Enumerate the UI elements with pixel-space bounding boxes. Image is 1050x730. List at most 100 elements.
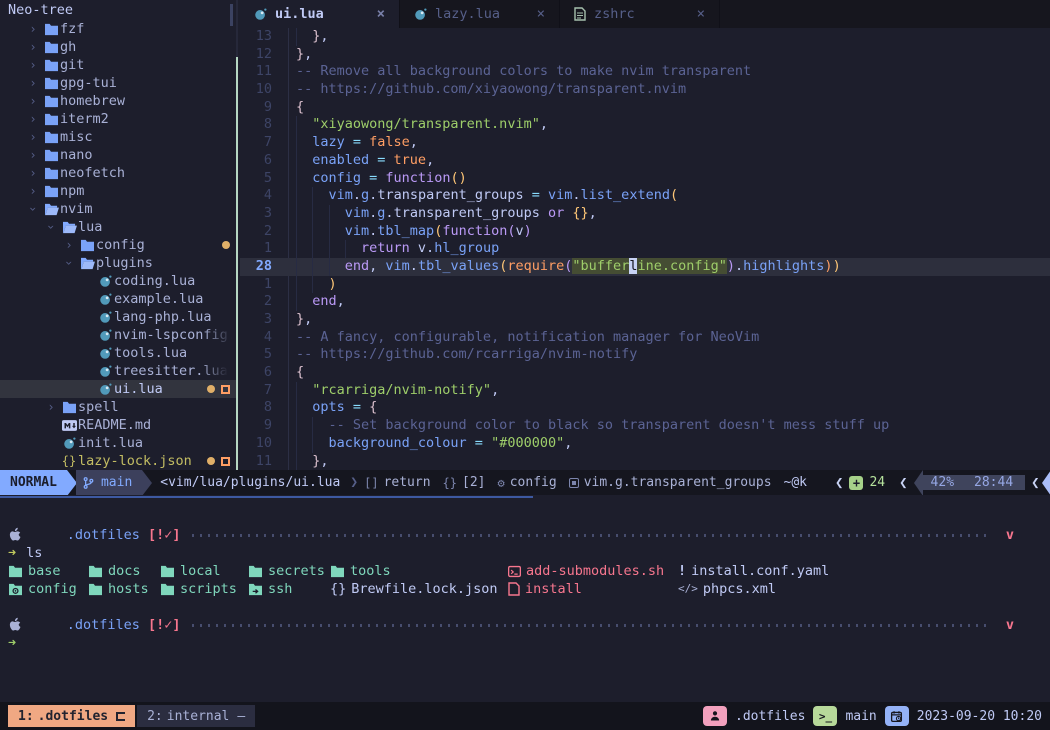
prompt-filler-dots bbox=[192, 624, 991, 627]
code-token: , bbox=[540, 116, 548, 132]
git-branch-segment[interactable]: main bbox=[76, 470, 142, 495]
tree-item-lazy-lock.json[interactable]: {}lazy-lock.json bbox=[0, 452, 236, 470]
tree-item-init.lua[interactable]: init.lua bbox=[0, 434, 236, 452]
code-token: } bbox=[296, 311, 304, 327]
indent-guide bbox=[312, 258, 328, 276]
code-token: -- https://github.com/rcarriga/nvim-noti… bbox=[296, 346, 637, 362]
tree-item-nano[interactable]: ›nano bbox=[0, 146, 236, 164]
tree-item-tools.lua[interactable]: tools.lua bbox=[0, 344, 236, 362]
code-line: 4-- A fancy, configurable, notification … bbox=[240, 329, 1050, 347]
folder-icon bbox=[42, 167, 60, 180]
tree-item-fzf[interactable]: ›fzf bbox=[0, 20, 236, 38]
tree-item-misc[interactable]: ›misc bbox=[0, 128, 236, 146]
line-number: 7 bbox=[240, 134, 280, 152]
breadcrumb-label: vim.g.transparent_groups bbox=[584, 475, 772, 490]
neotree-scrollbar-thumb[interactable] bbox=[230, 4, 233, 26]
line-text: end, vim.tbl_values(require("bufferline.… bbox=[280, 258, 841, 276]
line-text: }, bbox=[280, 46, 312, 64]
tmux-status-right: .dotfiles >_ main 2023-09-20 10:20 bbox=[703, 706, 1042, 726]
code-token: or bbox=[540, 205, 573, 221]
line-text: background_colour = "#000000", bbox=[280, 435, 572, 453]
tree-item-lang-php.lua[interactable]: lang-php.lua bbox=[0, 308, 236, 326]
tmux-window-index: 2: bbox=[147, 709, 163, 724]
line-number: 13 bbox=[240, 28, 280, 46]
code-token: end bbox=[312, 293, 336, 309]
tree-item-example.lua[interactable]: example.lua bbox=[0, 290, 236, 308]
tree-item-gh[interactable]: ›gh bbox=[0, 38, 236, 56]
tree-item-iterm2[interactable]: ›iterm2 bbox=[0, 110, 236, 128]
tree-item-gpg-tui[interactable]: ›gpg-tui bbox=[0, 74, 236, 92]
code-token: = bbox=[369, 152, 393, 168]
tree-item-plugins[interactable]: ›plugins bbox=[0, 254, 236, 272]
indent-guide bbox=[296, 28, 312, 46]
tab-lazy.lua[interactable]: lazy.lua× bbox=[400, 0, 560, 28]
folder-icon bbox=[330, 565, 345, 578]
tree-item-npm[interactable]: ›npm bbox=[0, 182, 236, 200]
code-line: 11 }, bbox=[240, 453, 1050, 471]
tmux-window-2[interactable]: 2:internal — bbox=[137, 705, 255, 727]
neotree-panel: Neo-tree ›fzf›gh›git›gpg-tui›homebrew›it… bbox=[0, 0, 236, 470]
git-branch-label: main bbox=[101, 475, 132, 490]
tree-item-homebrew[interactable]: ›homebrew bbox=[0, 92, 236, 110]
tree-item-neofetch[interactable]: ›neofetch bbox=[0, 164, 236, 182]
code-token: . bbox=[353, 187, 361, 203]
tree-item-config[interactable]: ›config bbox=[0, 236, 236, 254]
tree-item-coding.lua[interactable]: coding.lua bbox=[0, 272, 236, 290]
tree-item-label: homebrew bbox=[60, 92, 125, 110]
git-branch-icon bbox=[82, 476, 95, 490]
tree-item-treesitter.lua[interactable]: treesitter.lua bbox=[0, 362, 236, 380]
folder-icon bbox=[42, 77, 60, 90]
indent-guide bbox=[296, 134, 312, 152]
shell-prompt-line: .dotfiles [!✓] v bbox=[8, 616, 1042, 634]
code-token: list_extend bbox=[581, 187, 670, 203]
line-number: 4 bbox=[240, 187, 280, 205]
code-token: function bbox=[442, 223, 507, 239]
chevron-right-icon: ❯ bbox=[344, 470, 364, 495]
line-text: vim.g.transparent_groups = vim.list_exte… bbox=[280, 187, 678, 205]
code-area[interactable]: 13 },12},11-- Remove all background colo… bbox=[240, 28, 1050, 470]
tab-close-icon[interactable]: × bbox=[537, 6, 545, 22]
ls-entry-name: base bbox=[28, 562, 61, 580]
tree-item-label: init.lua bbox=[78, 434, 143, 452]
code-token: } bbox=[296, 46, 304, 62]
ls-output-row: confighostsscriptsssh{}Brewfile.lock.jso… bbox=[8, 580, 1042, 598]
tree-item-label: lua bbox=[78, 218, 102, 236]
tmux-datetime: 2023-09-20 10:20 bbox=[917, 709, 1042, 724]
tree-item-README.md[interactable]: README.md bbox=[0, 416, 236, 434]
code-token: = bbox=[345, 399, 369, 415]
tree-item-label: treesitter.lua bbox=[114, 362, 228, 380]
modified-dot-icon bbox=[222, 241, 230, 249]
code-token: true bbox=[394, 152, 427, 168]
tree-item-label: iterm2 bbox=[60, 110, 109, 128]
powerline-edge bbox=[914, 470, 923, 495]
tree-item-nvim[interactable]: ›nvim bbox=[0, 200, 236, 218]
ls-entry-ssh: ssh bbox=[248, 580, 292, 598]
scroll-percent: 42% bbox=[931, 475, 954, 490]
chevron-collapsed-icon: › bbox=[24, 182, 42, 200]
ls-entry-name: hosts bbox=[108, 580, 149, 598]
tab-ui.lua[interactable]: ui.lua× bbox=[240, 0, 400, 28]
tab-zshrc[interactable]: zshrc× bbox=[560, 0, 720, 28]
tree-item-git[interactable]: ›git bbox=[0, 56, 236, 74]
bufferline: ui.lua×lazy.lua×zshrc× bbox=[240, 0, 1050, 28]
tree-item-nvim-lspconfig.lua[interactable]: nvim-lspconfig.lua bbox=[0, 326, 236, 344]
ls-entry-name: local bbox=[180, 562, 221, 580]
window-separator[interactable] bbox=[236, 57, 238, 470]
md-file-icon bbox=[60, 420, 78, 431]
folder-icon bbox=[160, 583, 175, 596]
tab-close-icon[interactable]: × bbox=[697, 6, 705, 22]
code-token: vim bbox=[345, 223, 369, 239]
tab-close-icon[interactable]: × bbox=[377, 6, 385, 22]
indent-guide bbox=[329, 223, 345, 241]
tmux-window-1[interactable]: 1:.dotfiles bbox=[8, 705, 135, 727]
indent-guide bbox=[312, 205, 328, 223]
breadcrumbs: []return{}[2]⚙configvim.g.transparent_gr… bbox=[364, 470, 783, 495]
shell-cursor-line[interactable]: ➜ bbox=[8, 634, 1042, 652]
chevron-collapsed-icon: › bbox=[24, 164, 42, 182]
session-user-icon bbox=[703, 706, 727, 726]
folder-icon bbox=[160, 565, 175, 578]
code-token: v bbox=[410, 240, 426, 256]
tree-item-spell[interactable]: ›spell bbox=[0, 398, 236, 416]
tree-item-lua[interactable]: ›lua bbox=[0, 218, 236, 236]
tree-item-ui.lua[interactable]: ui.lua bbox=[0, 380, 236, 398]
